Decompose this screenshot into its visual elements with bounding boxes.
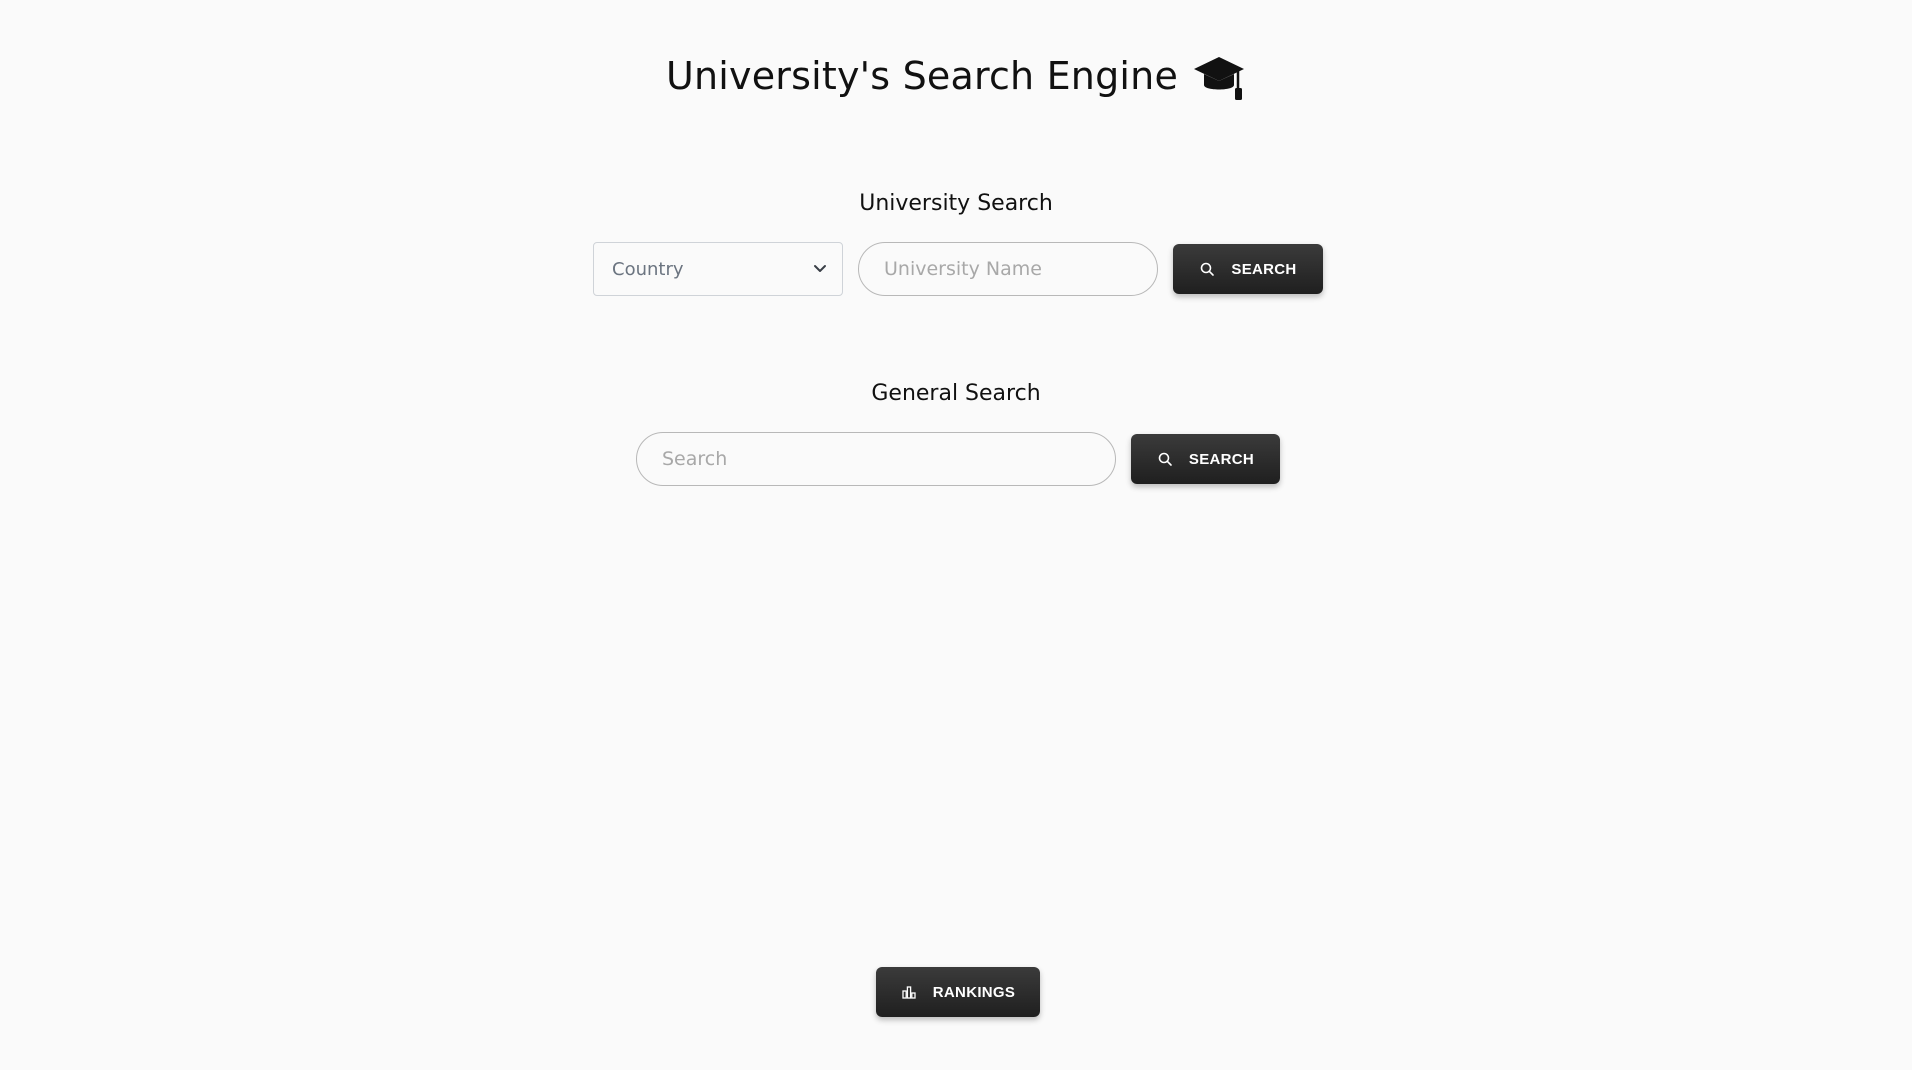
chevron-down-icon <box>814 265 826 272</box>
search-icon <box>1158 452 1172 466</box>
rankings-button[interactable]: RANKINGS <box>876 967 1040 1017</box>
general-search-row: SEARCH <box>636 432 1280 486</box>
page-header: University's Search Engine <box>0 52 1912 100</box>
country-select[interactable]: Country <box>593 242 843 296</box>
general-search-button[interactable]: SEARCH <box>1131 434 1280 484</box>
university-name-input[interactable] <box>858 242 1158 296</box>
rankings-button-label: RANKINGS <box>932 983 1016 1001</box>
bar-chart-icon <box>902 986 916 999</box>
general-search-input[interactable] <box>636 432 1116 486</box>
search-icon <box>1201 262 1215 276</box>
university-search-row: Country SEARCH <box>593 242 1323 296</box>
university-search-button[interactable]: SEARCH <box>1173 244 1323 294</box>
general-search-title: General Search <box>871 381 1041 406</box>
university-search-button-label: SEARCH <box>1231 260 1297 278</box>
university-search-title: University Search <box>859 191 1053 216</box>
page-title: University's Search Engine <box>665 54 1179 98</box>
graduation-cap-icon <box>1192 53 1246 101</box>
general-search-button-label: SEARCH <box>1188 450 1255 468</box>
country-select-value: Country <box>612 258 684 280</box>
